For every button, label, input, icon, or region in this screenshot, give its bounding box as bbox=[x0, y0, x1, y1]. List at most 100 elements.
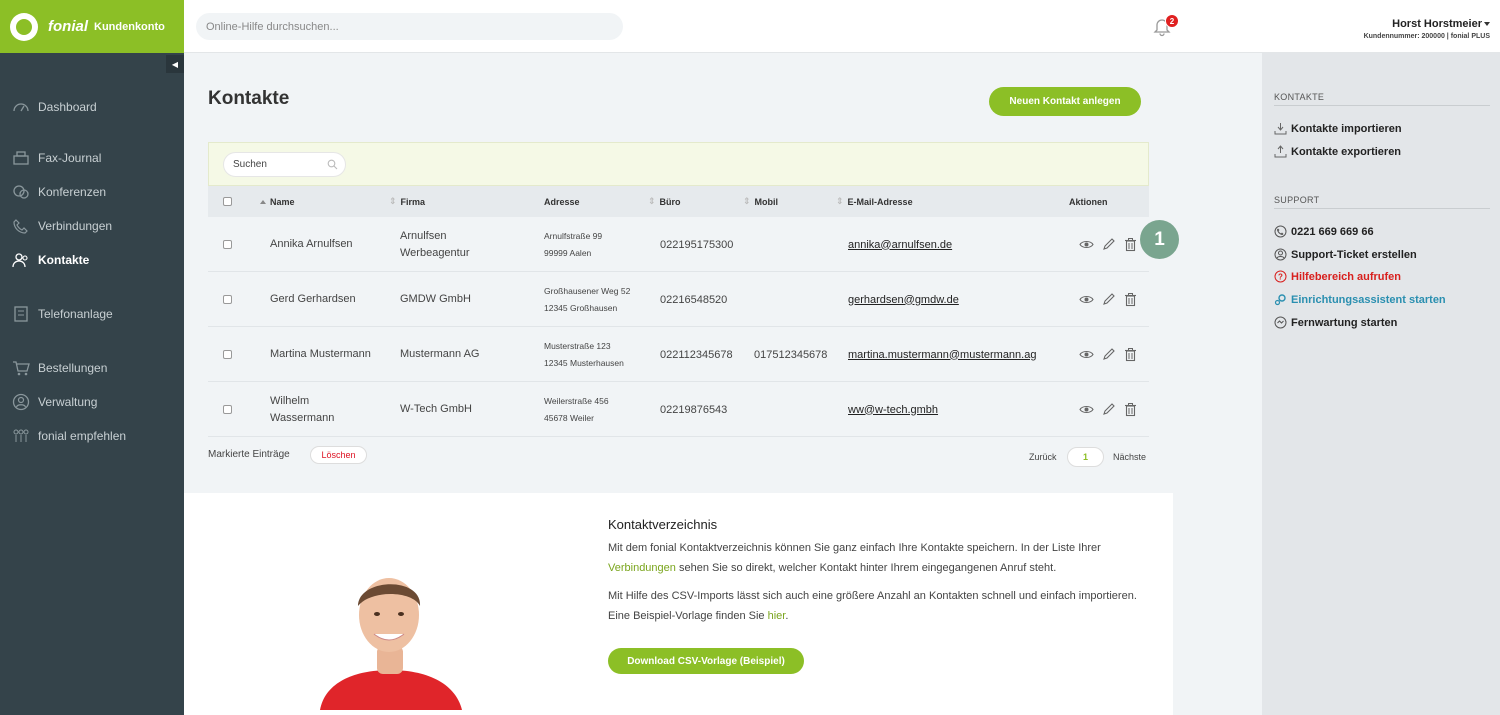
import-contacts-link[interactable]: Kontakte importieren bbox=[1274, 122, 1402, 135]
edit-icon[interactable] bbox=[1101, 292, 1116, 307]
row-checkbox[interactable] bbox=[223, 272, 232, 327]
cell-buero: 022195175300 bbox=[660, 238, 734, 251]
row-checkbox[interactable] bbox=[223, 382, 232, 437]
collapse-sidebar-button[interactable]: ◀ bbox=[166, 55, 184, 73]
svg-text:?: ? bbox=[1278, 273, 1283, 282]
cell-email[interactable]: gerhardsen@gmdw.de bbox=[848, 272, 959, 327]
name-line-1: Gerd Gerhardsen bbox=[270, 293, 356, 305]
cell-mobil: 017512345678 bbox=[754, 348, 828, 361]
pager-page-input[interactable]: 1 bbox=[1067, 447, 1104, 467]
info-text: Mit dem fonial Kontaktverzeichnis können… bbox=[608, 542, 1101, 554]
sidebar-item-fonial-empfehlen[interactable]: fonial empfehlen bbox=[0, 424, 184, 448]
step-badge: 1 bbox=[1140, 220, 1179, 259]
sort-icon: ⇕ bbox=[836, 196, 844, 206]
delete-icon[interactable] bbox=[1123, 402, 1138, 417]
link-label: Fernwartung starten bbox=[1291, 316, 1398, 329]
support-phone[interactable]: 0221 669 669 66 bbox=[1274, 225, 1374, 238]
pager-next-link[interactable]: Nächste bbox=[1113, 452, 1146, 462]
chevron-left-icon: ◀ bbox=[171, 59, 179, 69]
column-label: Adresse bbox=[544, 196, 580, 207]
view-icon[interactable] bbox=[1079, 347, 1094, 362]
sidebar-item-telefonanlage[interactable]: Telefonanlage bbox=[0, 302, 184, 326]
name-line-2: Wassermann bbox=[270, 411, 335, 424]
column-adresse[interactable]: Adresse bbox=[544, 186, 580, 217]
column-label: Mobil bbox=[754, 196, 779, 207]
contacts-icon bbox=[12, 251, 30, 269]
export-contacts-link[interactable]: Kontakte exportieren bbox=[1274, 145, 1401, 158]
filter-bar: Suchen bbox=[208, 142, 1149, 186]
view-icon[interactable] bbox=[1079, 292, 1094, 307]
address-line-1: Musterstraße 123 bbox=[544, 340, 611, 351]
address-line-2: 45678 Weiler bbox=[544, 412, 594, 423]
delete-marked-button[interactable]: Löschen bbox=[310, 446, 367, 464]
page-title: Kontakte bbox=[208, 88, 290, 109]
cell-firma: Mustermann AG bbox=[400, 327, 479, 382]
checkbox[interactable] bbox=[223, 295, 232, 304]
user-menu[interactable]: Horst Horstmeier bbox=[1392, 18, 1490, 30]
sidebar-item-label: Verwaltung bbox=[38, 395, 98, 409]
edit-icon[interactable] bbox=[1101, 402, 1116, 417]
table-row[interactable]: Wilhelm Wassermann W-Tech GmbH Weilerstraße… bbox=[208, 382, 1149, 437]
brand[interactable]: fonial Kundenkonto bbox=[0, 0, 184, 53]
checkbox[interactable] bbox=[223, 405, 232, 414]
checkbox[interactable] bbox=[223, 197, 232, 206]
sidebar-item-konferenzen[interactable]: Konferenzen bbox=[0, 180, 184, 204]
table-row[interactable]: Martina Mustermann Mustermann AG Musterstr… bbox=[208, 327, 1149, 382]
sidebar-item-kontakte[interactable]: Kontakte bbox=[0, 248, 184, 272]
caret-down-icon bbox=[1484, 22, 1490, 27]
remote-maintenance-link[interactable]: Fernwartung starten bbox=[1274, 316, 1397, 329]
divider bbox=[1274, 208, 1490, 209]
delete-icon[interactable] bbox=[1123, 292, 1138, 307]
column-email[interactable]: ⇕ E-Mail-Adresse bbox=[836, 186, 913, 217]
column-name[interactable]: Name bbox=[260, 186, 295, 217]
user-name: Horst Horstmeier bbox=[1392, 18, 1482, 30]
pbx-icon bbox=[12, 305, 30, 323]
contacts-search-input[interactable]: Suchen bbox=[223, 152, 346, 177]
support-ticket-link[interactable]: Support-Ticket erstellen bbox=[1274, 248, 1417, 261]
sidebar-item-fax-journal[interactable]: Fax-Journal bbox=[0, 146, 184, 170]
table-row[interactable]: Annika Arnulfsen Arnulfsen Werbeagentur Arn… bbox=[208, 217, 1149, 272]
contacts-table: Suchen Name ⇕ Firma Adresse ⇕ Büro ⇕ Mobil … bbox=[208, 142, 1149, 437]
pager-back-link[interactable]: Zurück bbox=[1029, 452, 1057, 462]
cell-email[interactable]: martina.mustermann@mustermann.ag bbox=[848, 327, 1036, 382]
sidebar-item-label: Verbindungen bbox=[38, 219, 113, 233]
checkbox[interactable] bbox=[223, 350, 232, 359]
select-all-checkbox[interactable] bbox=[223, 186, 232, 217]
search-placeholder: Suchen bbox=[233, 159, 267, 170]
delete-icon[interactable] bbox=[1123, 237, 1138, 252]
verbindungen-link[interactable]: Verbindungen bbox=[608, 562, 676, 574]
sidebar-item-label: Fax-Journal bbox=[38, 151, 102, 165]
checkbox[interactable] bbox=[223, 240, 232, 249]
column-mobil[interactable]: ⇕ Mobil bbox=[743, 186, 778, 217]
delete-icon[interactable] bbox=[1123, 347, 1138, 362]
help-search-input[interactable]: Online-Hilfe durchsuchen... bbox=[196, 13, 623, 40]
dashboard-icon bbox=[12, 98, 30, 116]
sidebar-item-dashboard[interactable]: Dashboard bbox=[0, 95, 184, 119]
sidebar-item-bestellungen[interactable]: Bestellungen bbox=[0, 356, 184, 380]
edit-icon[interactable] bbox=[1101, 237, 1116, 252]
cell-email[interactable]: ww@w-tech.gmbh bbox=[848, 382, 938, 437]
row-checkbox[interactable] bbox=[223, 217, 232, 272]
info-text: Mit Hilfe des CSV-Imports lässt sich auc… bbox=[608, 590, 1137, 622]
view-icon[interactable] bbox=[1079, 402, 1094, 417]
column-buero[interactable]: ⇕ Büro bbox=[648, 186, 681, 217]
new-contact-button[interactable]: Neuen Kontakt anlegen bbox=[989, 87, 1141, 116]
column-firma[interactable]: ⇕ Firma bbox=[389, 186, 425, 217]
edit-icon[interactable] bbox=[1101, 347, 1116, 362]
sidebar-item-verwaltung[interactable]: Verwaltung bbox=[0, 390, 184, 414]
firma-line-1: GMDW GmbH bbox=[400, 293, 471, 305]
row-checkbox[interactable] bbox=[223, 327, 232, 382]
cell-email[interactable]: annika@arnulfsen.de bbox=[848, 217, 952, 272]
download-csv-button[interactable]: Download CSV-Vorlage (Beispiel) bbox=[608, 648, 804, 674]
setup-wizard-link[interactable]: Einrichtungsassistent starten bbox=[1274, 293, 1446, 306]
sidebar-item-label: Dashboard bbox=[38, 100, 97, 114]
address-line-2: 99999 Aalen bbox=[544, 247, 592, 258]
template-link[interactable]: hier bbox=[768, 610, 786, 622]
table-row[interactable]: Gerd Gerhardsen GMDW GmbH Großhausener Weg… bbox=[208, 272, 1149, 327]
column-aktionen: Aktionen bbox=[1069, 186, 1108, 217]
view-icon[interactable] bbox=[1079, 237, 1094, 252]
cell-firma: Arnulfsen Werbeagentur bbox=[400, 217, 470, 272]
address-line-2: 12345 Musterhausen bbox=[544, 357, 624, 368]
help-area-link[interactable]: ? Hilfebereich aufrufen bbox=[1274, 270, 1401, 283]
sidebar-item-verbindungen[interactable]: Verbindungen bbox=[0, 214, 184, 238]
